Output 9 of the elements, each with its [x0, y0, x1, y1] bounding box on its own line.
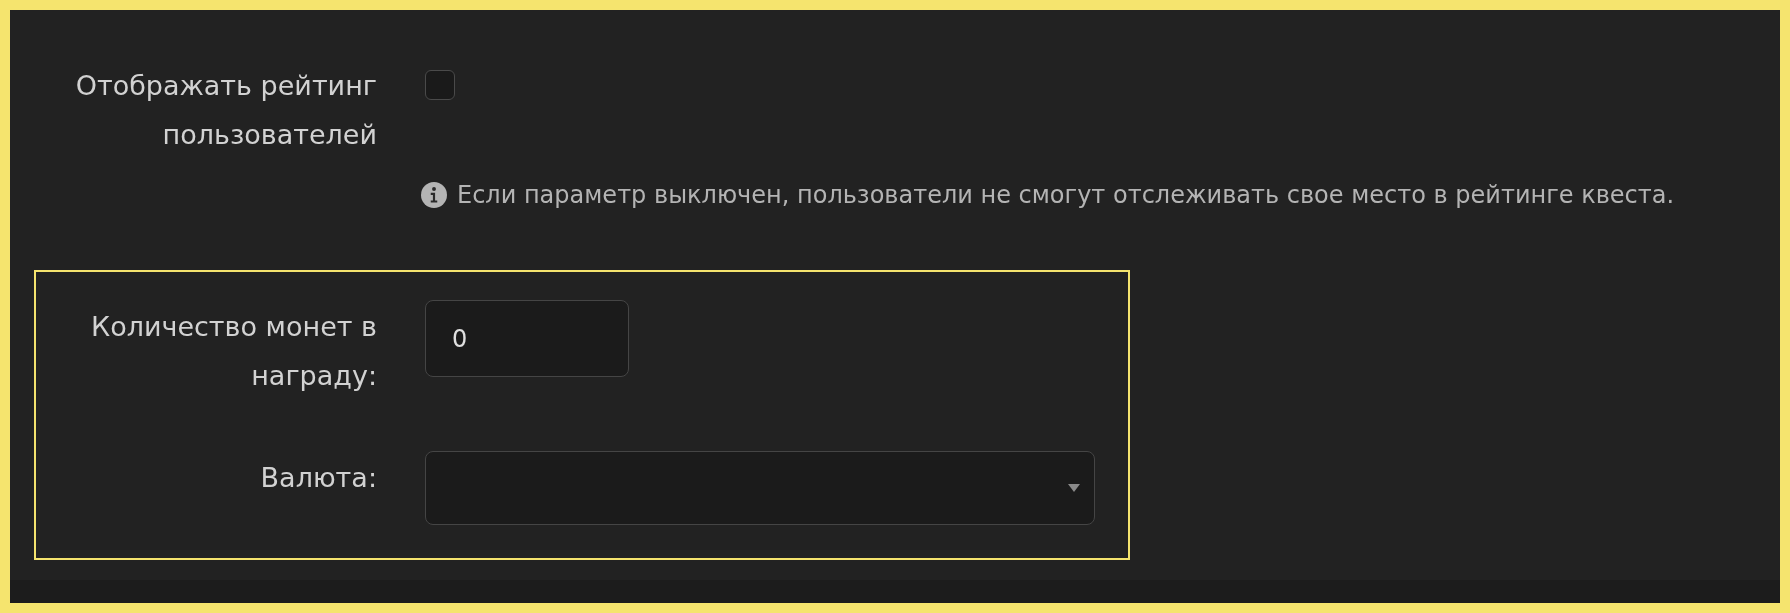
number-field[interactable]: 0	[425, 300, 629, 377]
checkbox[interactable]	[425, 70, 455, 100]
caret-icon	[1068, 484, 1080, 492]
info-icon	[421, 182, 447, 208]
hint-text: Если параметр выключен, пользователи не смогут отслеживать свое место в рейтинге квеста.	[457, 181, 1675, 209]
currency-dropdown[interactable]	[425, 451, 1095, 525]
field-label: Количество монет в награду:	[89, 310, 377, 393]
field-label: Отображать рейтинг пользователей	[74, 69, 377, 152]
field-label: Валюта:	[260, 461, 377, 495]
